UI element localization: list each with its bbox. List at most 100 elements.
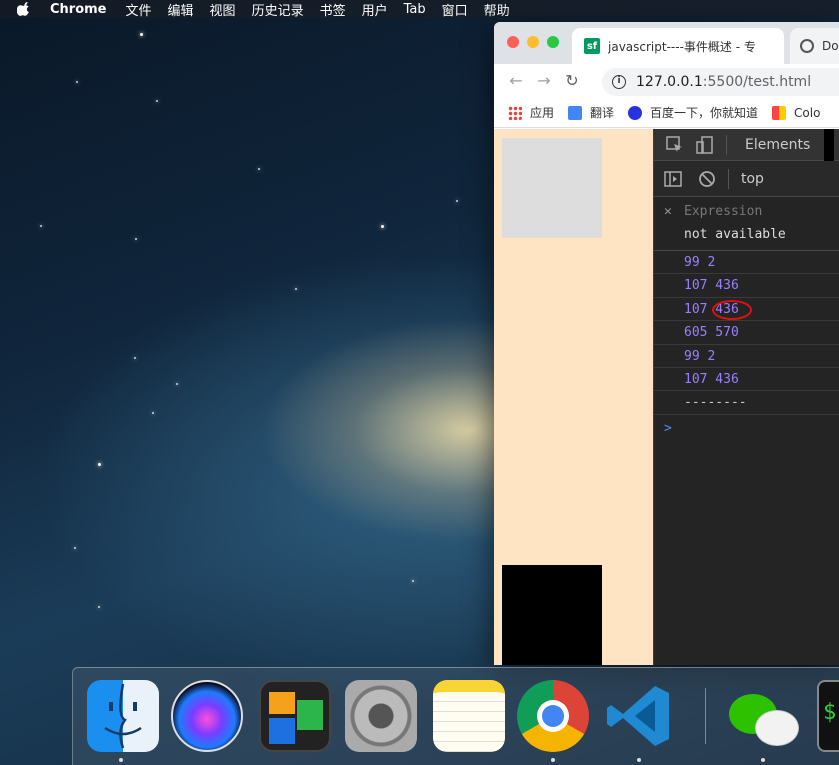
bookmark-apps[interactable]: 应用 xyxy=(508,104,554,121)
finder-icon[interactable] xyxy=(87,680,159,752)
dock: $ xyxy=(72,667,839,765)
device-toolbar-icon[interactable] xyxy=(696,135,716,154)
star xyxy=(40,225,42,227)
star xyxy=(76,81,78,83)
tab-strip: sf javascript----事件概述 - 专 Do xyxy=(494,22,839,64)
segmentfault-favicon-icon: sf xyxy=(584,38,600,54)
bookmark-label: 百度一下，你就知道 xyxy=(650,106,759,120)
google-translate-icon xyxy=(568,105,583,120)
star xyxy=(156,100,158,102)
bookmark-label: Colo xyxy=(794,105,821,120)
menu-bookmarks[interactable]: 书签 xyxy=(320,0,346,19)
expression-label[interactable]: Expression xyxy=(684,204,762,219)
globe-icon xyxy=(800,39,814,53)
reload-icon[interactable]: ↻ xyxy=(564,73,580,89)
star xyxy=(176,383,178,385)
star xyxy=(98,606,100,608)
bookmark-translate[interactable]: 翻译 xyxy=(568,104,614,121)
star xyxy=(98,463,101,466)
console-toolbar: top xyxy=(654,161,839,197)
context-selector[interactable]: top xyxy=(741,171,764,187)
menu-file[interactable]: 文件 xyxy=(126,0,152,19)
tab-title: Do xyxy=(822,39,839,53)
console-log-line: -------- xyxy=(654,391,839,415)
menu-edit[interactable]: 编辑 xyxy=(168,0,194,19)
apple-icon[interactable] xyxy=(17,2,31,16)
tab-elements[interactable]: Elements xyxy=(745,137,810,153)
browser-window: sf javascript----事件概述 - 专 Do ← → ↻ i 127… xyxy=(494,22,839,665)
star xyxy=(258,168,260,170)
menu-view[interactable]: 视图 xyxy=(210,0,236,19)
bookmark-label: 应用 xyxy=(530,106,555,120)
color-palette-icon xyxy=(772,105,787,120)
devtools-tabbar: Elements xyxy=(654,128,839,161)
star xyxy=(135,238,137,240)
inspect-element-icon[interactable] xyxy=(666,135,684,154)
zoom-window-button[interactable] xyxy=(547,36,559,48)
console-log-line: 99 2 xyxy=(654,345,839,368)
forward-arrow-icon[interactable]: → xyxy=(536,73,552,89)
sidebar-toggle-icon[interactable] xyxy=(664,170,682,187)
siri-icon[interactable] xyxy=(171,680,243,752)
console-log-line: 107 436 xyxy=(654,368,839,392)
apps-grid-icon xyxy=(508,105,522,120)
console-prompt[interactable]: > xyxy=(654,421,839,436)
expression-value: not available xyxy=(684,227,786,242)
photo-booth-icon[interactable] xyxy=(259,680,331,752)
console-log-line: 605 570 xyxy=(654,321,839,345)
divider xyxy=(726,134,727,155)
menu-window[interactable]: 窗口 xyxy=(442,0,468,19)
running-indicator xyxy=(551,758,555,762)
url-path: :5500/test.html xyxy=(702,74,812,90)
active-tab-marker xyxy=(824,128,835,161)
address-bar[interactable]: i 127.0.0.1:5500/test.html xyxy=(602,68,839,96)
divider xyxy=(728,168,729,189)
running-indicator xyxy=(761,758,765,762)
browser-toolbar: ← → ↻ i 127.0.0.1:5500/test.html xyxy=(494,64,839,98)
star xyxy=(381,225,384,228)
terminal-icon[interactable]: $ xyxy=(817,680,839,752)
star xyxy=(295,288,297,290)
tab-second[interactable]: Do xyxy=(790,28,839,64)
star xyxy=(74,547,76,549)
close-window-button[interactable] xyxy=(507,36,519,48)
menu-tab[interactable]: Tab xyxy=(404,2,426,17)
wechat-icon[interactable] xyxy=(725,680,799,752)
console-log-line: 99 2 xyxy=(654,251,839,275)
menu-people[interactable]: 用户 xyxy=(362,0,388,19)
star xyxy=(134,357,136,359)
chrome-icon[interactable] xyxy=(517,680,589,752)
star xyxy=(152,412,154,414)
bookmark-color[interactable]: Colo xyxy=(772,105,821,120)
system-preferences-icon[interactable] xyxy=(345,680,417,752)
console-log-line: 107 436 xyxy=(654,274,839,298)
devtools-panel: Elements top ✕ Expression not available … xyxy=(653,128,839,665)
bookmark-label: 翻译 xyxy=(590,106,615,120)
page-viewport xyxy=(494,129,653,665)
notes-icon[interactable] xyxy=(433,680,505,752)
info-icon[interactable]: i xyxy=(612,75,626,89)
menu-bar: Chrome 文件 编辑 视图 历史记录 书签 用户 Tab 窗口 帮助 xyxy=(0,0,839,19)
menu-app-name[interactable]: Chrome xyxy=(50,2,107,17)
tab-javascript-event[interactable]: sf javascript----事件概述 - 专 xyxy=(572,28,784,64)
running-indicator xyxy=(119,758,123,762)
minimize-window-button[interactable] xyxy=(527,36,539,48)
live-expression: ✕ Expression not available xyxy=(654,197,839,251)
menu-help[interactable]: 帮助 xyxy=(484,0,510,19)
vscode-icon[interactable] xyxy=(603,680,675,752)
red-circle-annotation xyxy=(712,299,752,320)
close-icon[interactable]: ✕ xyxy=(664,204,672,219)
baidu-paw-icon xyxy=(628,105,643,120)
url-host: 127.0.0.1 xyxy=(636,74,703,90)
tab-title: javascript----事件概述 - 专 xyxy=(608,39,756,54)
dock-divider xyxy=(705,688,706,744)
gray-box xyxy=(502,138,602,238)
running-indicator xyxy=(637,758,641,762)
menu-history[interactable]: 历史记录 xyxy=(252,0,304,19)
bookmarks-bar: 应用 翻译 百度一下，你就知道 Colo xyxy=(494,98,839,128)
star xyxy=(412,580,414,582)
black-box xyxy=(502,565,602,665)
back-arrow-icon[interactable]: ← xyxy=(508,73,524,89)
bookmark-baidu[interactable]: 百度一下，你就知道 xyxy=(628,104,758,121)
clear-console-icon[interactable] xyxy=(698,170,716,188)
